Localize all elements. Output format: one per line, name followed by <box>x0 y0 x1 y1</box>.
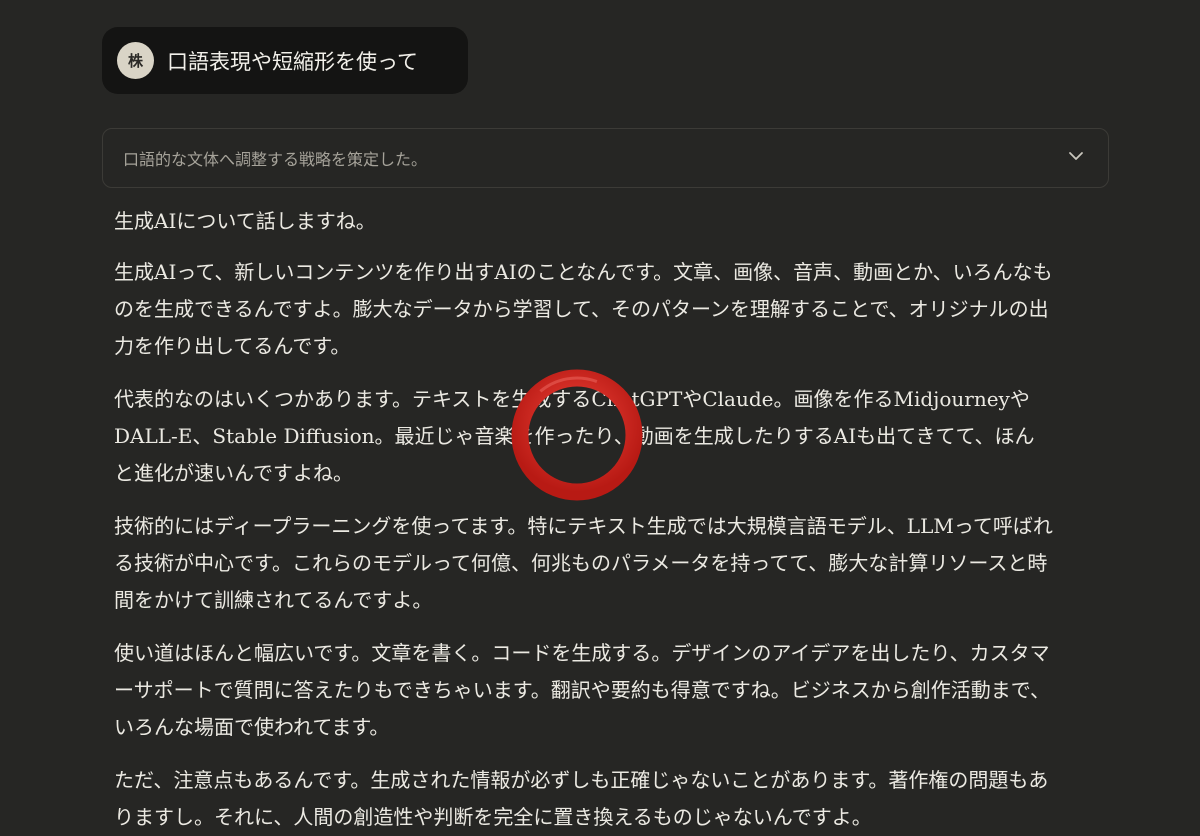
response-paragraph: 生成AIについて話しますね。 <box>114 209 376 233</box>
thinking-summary-toggle[interactable]: 口語的な文体へ調整する戦略を策定した。 <box>102 128 1109 188</box>
response-paragraph: 使い道はほんと幅広いです。文章を書く。コードを生成する。デザインのアイデアを出し… <box>114 641 1050 739</box>
user-message-bubble: 株 口語表現や短縮形を使って <box>102 27 468 94</box>
response-paragraph: ただ、注意点もあるんです。生成された情報が必ずしも正確じゃないことがあります。著… <box>114 768 1049 829</box>
user-avatar: 株 <box>117 42 154 79</box>
thinking-summary-label: 口語的な文体へ調整する戦略を策定した。 <box>123 150 428 169</box>
chevron-down-icon[interactable] <box>1066 146 1086 166</box>
user-message-text: 口語表現や短縮形を使って <box>167 49 418 74</box>
assistant-response: 生成AIについて話しますね。 生成AIって、新しいコンテンツを作り出すAIのこと… <box>114 203 1054 836</box>
response-paragraph: 生成AIって、新しいコンテンツを作り出すAIのことなんです。文章、画像、音声、動… <box>114 260 1053 358</box>
response-paragraph: 代表的なのはいくつかあります。テキストを生成するChatGPTやClaude。画… <box>114 387 1035 485</box>
response-paragraph: 技術的にはディープラーニングを使ってます。特にテキスト生成では大規模言語モデル、… <box>114 514 1053 612</box>
